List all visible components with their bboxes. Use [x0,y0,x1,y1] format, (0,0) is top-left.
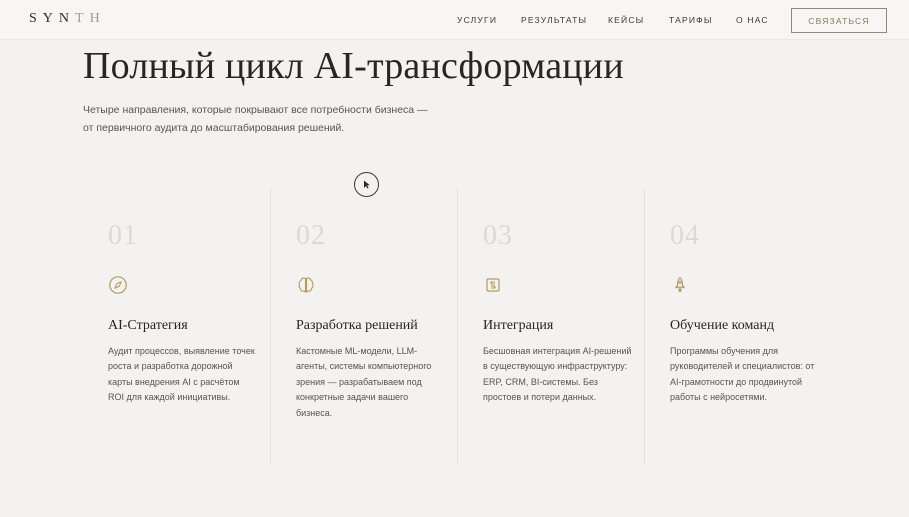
service-card-integration: 03 Интеграция Бесшовная интеграция AI-ре… [483,220,653,406]
page-title: Полный цикл AI-трансформации [83,45,624,87]
service-title: Разработка решений [296,318,418,333]
contact-button[interactable]: Связаться [791,8,887,33]
compass-icon [108,275,128,295]
brain-icon [296,275,316,295]
nav-item-results[interactable]: Результаты [521,15,587,25]
service-title: AI-Стратегия [108,318,188,333]
nav-item-pricing[interactable]: Тарифы [669,15,713,25]
rocket-icon [670,275,690,295]
cursor-ring [354,172,379,197]
service-card-strategy: 01 AI-Стратегия Аудит процессов, выявлен… [108,220,278,406]
nav-item-about[interactable]: О нас [736,15,769,25]
service-number: 03 [483,220,513,251]
service-number: 02 [296,220,326,251]
main-nav: Услуги Результаты Кейсы Тарифы О нас [0,15,909,27]
page-subtitle: Четыре направления, которые покрывают вс… [83,104,428,134]
service-description: Бесшовная интеграция AI-решений в сущест… [483,346,632,403]
service-title: Обучение команд [670,318,775,333]
nav-item-cases[interactable]: Кейсы [608,15,644,25]
service-description: Аудит процессов, выявление точек роста и… [108,346,255,403]
page: SYNTH Услуги Результаты Кейсы Тарифы О н… [0,0,909,517]
pointer-icon [363,180,370,189]
service-description: Программы обучения для руководителей и с… [670,346,815,403]
service-title: Интеграция [483,318,554,333]
service-description: Кастомные ML-модели, LLM-агенты, системы… [296,346,432,418]
integration-icon [483,275,503,295]
service-number: 01 [108,220,138,251]
service-number: 04 [670,220,700,251]
service-card-training: 04 Обучение команд Программы обучения дл… [670,220,840,406]
site-header: SYNTH Услуги Результаты Кейсы Тарифы О н… [0,0,909,40]
service-card-development: 02 Разработка решений Кастомные ML-модел… [296,220,466,421]
nav-item-services[interactable]: Услуги [457,15,497,25]
